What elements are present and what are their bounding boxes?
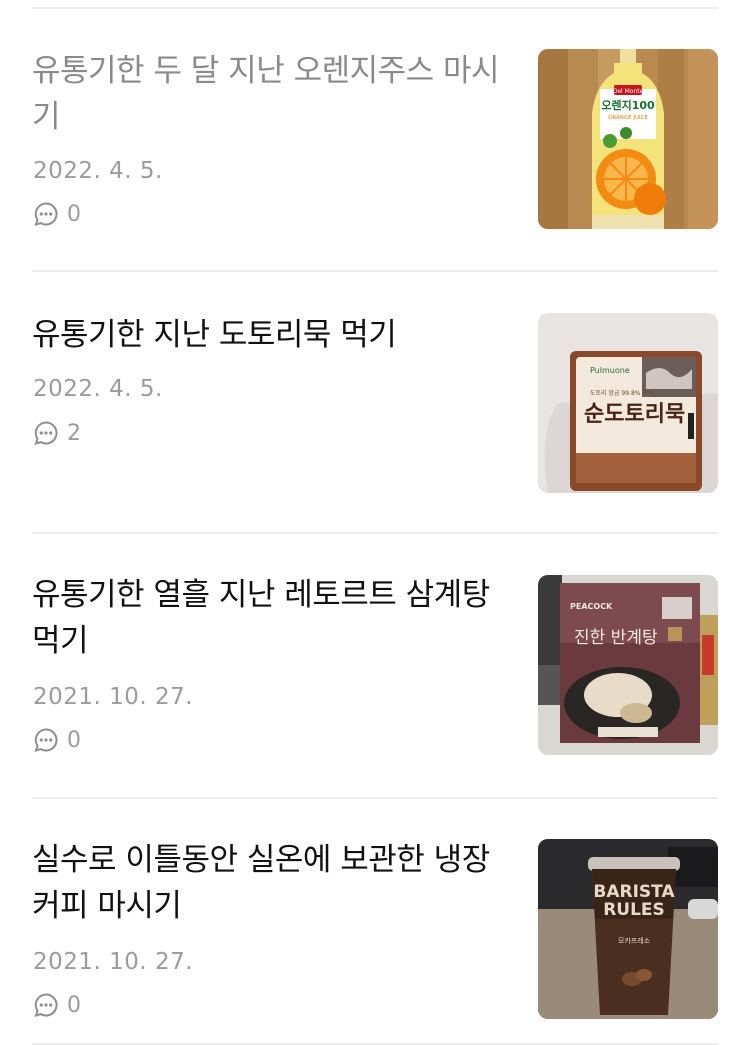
divider <box>32 797 718 799</box>
comment-count: 0 <box>33 992 81 1018</box>
divider <box>32 7 718 9</box>
comment-count: 0 <box>33 727 81 753</box>
orange-juice-bottle-icon: Del Monte 오렌지100 ORANGE JUICE <box>538 49 718 229</box>
post-item-samgyetang[interactable]: 유통기한 열흘 지난 레토르트 삼계탕 먹기 2021. 10. 27. 0 P… <box>0 565 749 775</box>
divider <box>32 532 718 534</box>
post-item-orange-juice[interactable]: 유통기한 두 달 지난 오렌지주스 마시기 2022. 4. 5. 0 Del … <box>0 40 749 240</box>
pouch-label: 진한 반계탕 <box>574 628 658 648</box>
post-title[interactable]: 유통기한 열흘 지난 레토르트 삼계탕 먹기 <box>32 572 502 664</box>
comment-bubble-icon <box>34 993 58 1017</box>
post-thumbnail[interactable]: PEACOCK 진한 반계탕 <box>538 575 718 755</box>
comment-count-value: 0 <box>67 992 81 1018</box>
post-thumbnail[interactable]: BARISTA RULES 모카프레소 <box>538 839 718 1019</box>
comment-count-value: 0 <box>67 201 81 227</box>
comment-count: 2 <box>33 420 81 446</box>
comment-bubble-icon <box>34 421 58 445</box>
divider <box>32 270 718 272</box>
post-item-acorn-jelly[interactable]: 유통기한 지난 도토리묵 먹기 2022. 4. 5. 2 Pulmuone 도… <box>0 303 749 503</box>
bottle-sublabel: ORANGE JUICE <box>608 115 648 121</box>
package-brand: Pulmuone <box>590 366 630 375</box>
acorn-jelly-package-icon: Pulmuone 도토리 앙금 99.8% 함유 순도토리묵 <box>538 313 718 493</box>
post-thumbnail[interactable]: Del Monte 오렌지100 ORANGE JUICE <box>538 49 718 229</box>
package-sublabel: 도토리 앙금 99.8% 함유 <box>590 389 654 397</box>
bottle-brand: Del Monte <box>613 88 644 95</box>
post-item-iced-coffee[interactable]: 실수로 이틀동안 실온에 보관한 냉장커피 마시기 2021. 10. 27. … <box>0 830 749 1040</box>
cup-label: RULES <box>603 900 665 920</box>
post-title[interactable]: 유통기한 지난 도토리묵 먹기 <box>32 312 502 358</box>
cup-brand: BARISTA <box>593 882 675 902</box>
comment-bubble-icon <box>34 202 58 226</box>
post-title[interactable]: 실수로 이틀동안 실온에 보관한 냉장커피 마시기 <box>32 837 502 929</box>
post-date: 2022. 4. 5. <box>33 158 163 184</box>
package-label: 순도토리묵 <box>584 402 685 427</box>
post-date: 2022. 4. 5. <box>33 376 163 402</box>
coffee-cup-icon: BARISTA RULES 모카프레소 <box>538 839 718 1019</box>
post-list: 유통기한 두 달 지난 오렌지주스 마시기 2022. 4. 5. 0 Del … <box>0 0 749 1045</box>
post-title[interactable]: 유통기한 두 달 지난 오렌지주스 마시기 <box>32 48 502 140</box>
comment-count-value: 2 <box>67 420 81 446</box>
samgyetang-pouch-icon: PEACOCK 진한 반계탕 <box>538 575 718 755</box>
bottle-label: 오렌지100 <box>601 98 655 112</box>
comment-bubble-icon <box>34 728 58 752</box>
pouch-brand: PEACOCK <box>570 602 613 611</box>
post-thumbnail[interactable]: Pulmuone 도토리 앙금 99.8% 함유 순도토리묵 <box>538 313 718 493</box>
post-date: 2021. 10. 27. <box>33 684 194 710</box>
comment-count-value: 0 <box>67 727 81 753</box>
post-date: 2021. 10. 27. <box>33 949 194 975</box>
cup-sublabel: 모카프레소 <box>618 936 651 945</box>
comment-count: 0 <box>33 201 81 227</box>
